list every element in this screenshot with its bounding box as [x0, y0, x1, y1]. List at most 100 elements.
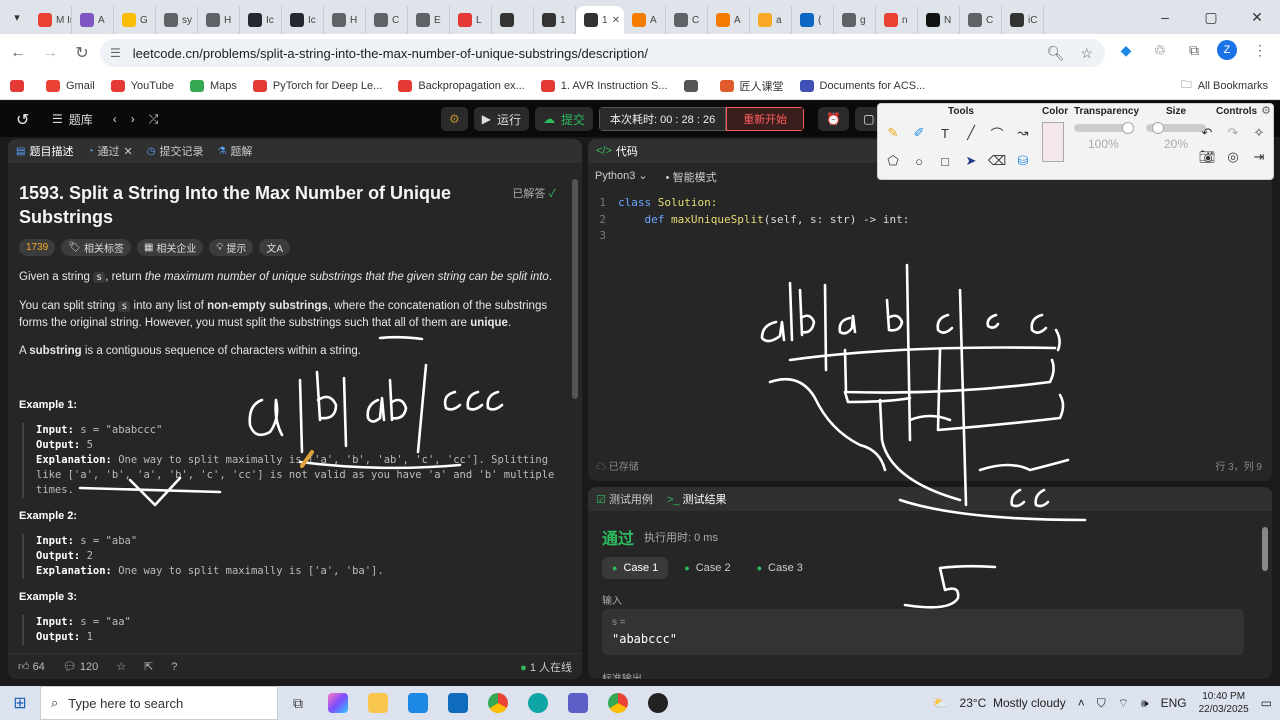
browser-tab[interactable]: M Ir [30, 6, 72, 34]
tray-up-arrow-icon[interactable]: ˄ [1078, 696, 1085, 710]
help-icon[interactable]: ? [171, 661, 177, 673]
clock[interactable]: 10:40 PM 22/03/2025 [1199, 690, 1249, 716]
tab-description[interactable]: ▤ 题目描述 [16, 143, 73, 159]
weather-cloud-icon[interactable]: ⛅ [933, 696, 948, 710]
scrollbar[interactable] [1262, 527, 1268, 571]
translate-button[interactable]: 文A [259, 239, 291, 256]
run-button[interactable]: ▶ 运行 [473, 107, 530, 131]
select-cursor-icon[interactable]: ➤ [962, 152, 980, 170]
extension-icon[interactable]: ◆ [1115, 39, 1137, 61]
browser-tab[interactable]: g [834, 6, 876, 34]
site-info-icon[interactable]: ☰ [110, 46, 121, 60]
profile-avatar[interactable]: Z [1217, 40, 1237, 60]
circle-icon[interactable]: ○ [910, 152, 928, 170]
browser-tab[interactable]: a [750, 6, 792, 34]
browser-tab[interactable]: n [876, 6, 918, 34]
file-explorer-icon[interactable] [358, 686, 398, 720]
tab-submissions[interactable]: ◷ 提交记录 [147, 143, 204, 159]
next-problem-icon[interactable]: › [131, 112, 135, 126]
companies-button[interactable]: ▦ 相关企业 [136, 239, 204, 256]
all-bookmarks[interactable]: 🗀 All Bookmarks [1181, 76, 1268, 95]
browser-tab[interactable]: iC [1002, 6, 1044, 34]
case-tab[interactable]: ● Case 3 [747, 557, 813, 579]
line-icon[interactable]: ╱ [962, 124, 980, 142]
reload-icon[interactable]: ↻ [68, 39, 96, 67]
url-text[interactable]: leetcode.cn/problems/split-a-string-into… [133, 46, 648, 61]
browser-tab[interactable]: Ic [240, 6, 282, 34]
alarm-icon[interactable]: ⏰ [818, 107, 850, 131]
notifications-icon[interactable]: ▭ [1261, 696, 1272, 710]
pen-icon[interactable]: ✎ [884, 124, 902, 142]
bookmark-item[interactable] [683, 79, 704, 92]
close-tab-icon[interactable]: ✕ [612, 15, 620, 26]
text-icon[interactable]: T [936, 124, 954, 142]
task-view-icon[interactable]: ⧉ [278, 686, 318, 720]
tab-testcases[interactable]: ☑ 测试用例 [596, 491, 653, 507]
exit-icon[interactable]: ⇥ [1250, 148, 1268, 166]
polygon-icon[interactable]: ⬠ [884, 152, 902, 170]
volume-icon[interactable]: 🕪︎ [1141, 696, 1149, 711]
bookmark-star-icon[interactable]: ☆ [1080, 45, 1093, 62]
browser-tab[interactable]: sy [156, 6, 198, 34]
problem-list-link[interactable]: ☰ 题库 [52, 111, 93, 128]
bookmark-item[interactable]: 匠人课堂 [719, 78, 784, 94]
maximize-button[interactable]: ▢ [1188, 9, 1234, 26]
browser-tab[interactable]: L [450, 6, 492, 34]
color-swatch[interactable] [1042, 122, 1064, 162]
comments-button[interactable]: 💬︎ 120 [63, 660, 98, 673]
screenshot-camera-icon[interactable]: 📷︎ [1198, 148, 1216, 166]
browser-tab[interactable]: H [198, 6, 240, 34]
bookmark-item[interactable]: 1. AVR Instruction S... [540, 79, 668, 92]
back-icon[interactable]: ← [4, 39, 32, 67]
browser-tab[interactable]: 1 ✕ [576, 6, 624, 34]
bookmark-item[interactable]: Documents for ACS... [799, 79, 925, 92]
eraser-icon[interactable]: ⌫ [988, 152, 1006, 170]
outlook-icon[interactable] [438, 686, 478, 720]
browser-tab[interactable]: C [666, 6, 708, 34]
transparency-slider[interactable] [1074, 122, 1134, 134]
extensions-puzzle-icon[interactable]: ⧉ [1183, 39, 1205, 61]
tab-accepted[interactable]: ◔ 通过 ✕ [87, 143, 132, 159]
language-select[interactable]: Python3 ⌄ [595, 169, 648, 185]
forward-icon[interactable]: → [36, 39, 64, 67]
shuffle-icon[interactable]: ⤮ [149, 112, 159, 127]
browser-tab[interactable]: N [918, 6, 960, 34]
case-tab[interactable]: ● Case 2 [674, 557, 740, 579]
network-icon[interactable]: ⌔ [1118, 696, 1129, 711]
slider-knob[interactable] [1152, 122, 1164, 134]
copilot-icon[interactable] [318, 686, 358, 720]
submit-button[interactable]: ☁ 提交 [535, 107, 594, 131]
taskbar-search[interactable]: ⌕ Type here to search [40, 686, 278, 720]
restart-button[interactable]: 重新开始 [726, 107, 805, 131]
bookmark-item[interactable]: Gmail [46, 79, 95, 92]
code-area[interactable]: 1 class Solution: 2 def maxUniqueSplit (se… [588, 195, 1268, 245]
address-bar[interactable]: ☰ leetcode.cn/problems/split-a-string-in… [100, 39, 1105, 67]
fill-bucket-icon[interactable]: ⛁ [1014, 152, 1032, 170]
app-icon[interactable] [638, 686, 678, 720]
settings-gear-icon[interactable]: ⚙ [1261, 104, 1271, 117]
tab-search-button[interactable]: ▾ [4, 4, 30, 30]
tab-test-results[interactable]: >_ 测试结果 [667, 491, 727, 507]
translate-icon[interactable]: ♲ [1149, 39, 1171, 61]
undo-icon[interactable]: ↶ [1198, 124, 1216, 142]
browser-tab[interactable]: ( [792, 6, 834, 34]
browser-tab[interactable]: A [72, 6, 114, 34]
browser-tab[interactable]: G [114, 6, 156, 34]
debug-button[interactable]: ⚙ [441, 107, 468, 131]
like-button[interactable]: 👍︎ 64 [18, 660, 45, 673]
bookmark-item[interactable]: Backpropagation ex... [398, 79, 525, 92]
minimize-button[interactable]: – [1142, 9, 1188, 25]
bookmark-item[interactable]: YouTube [110, 79, 174, 92]
bookmark-item[interactable] [10, 79, 30, 92]
zoom-icon[interactable]: 🔍︎ [1047, 45, 1065, 62]
scrollbar[interactable] [572, 179, 578, 399]
curve-icon[interactable]: ⌒ [988, 124, 1006, 142]
slider-knob[interactable] [1122, 122, 1134, 134]
weather-text[interactable]: 23°C Mostly cloudy [960, 696, 1066, 710]
leetcode-logo-icon[interactable]: ↺ [16, 110, 32, 129]
chrome-profile-icon[interactable] [598, 686, 638, 720]
browser-tab[interactable]: C [366, 6, 408, 34]
smart-mode-toggle[interactable]: • 智能模式 [666, 169, 717, 185]
defender-icon[interactable]: ⛉ [1097, 696, 1106, 711]
share-icon[interactable]: ⇱ [144, 660, 153, 673]
